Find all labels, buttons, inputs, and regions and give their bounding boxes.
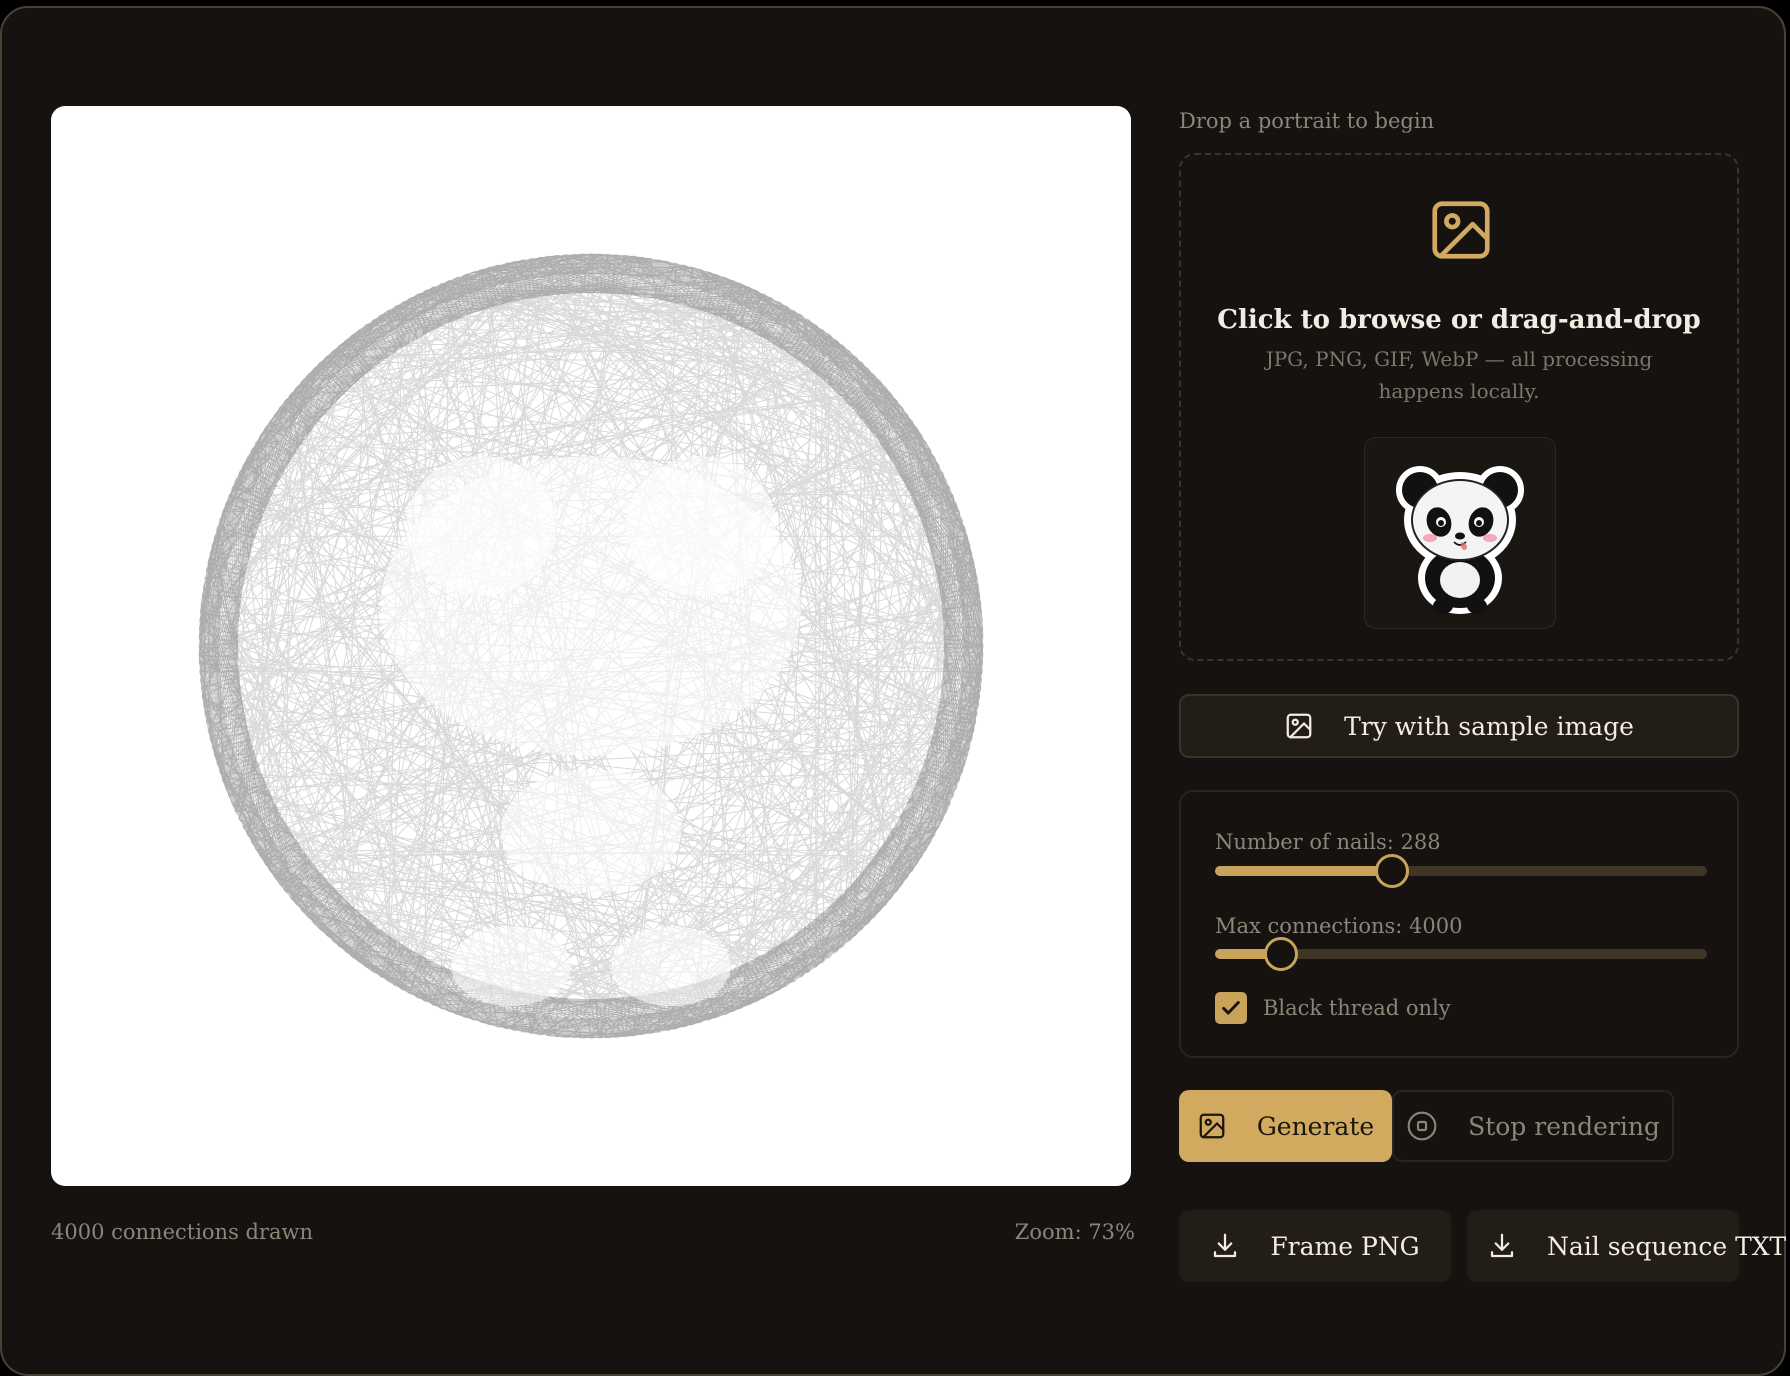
download-icon <box>1487 1231 1517 1261</box>
drop-hint: Drop a portrait to begin <box>1179 109 1435 133</box>
generate-button[interactable]: Generate <box>1179 1090 1392 1162</box>
black-thread-label: Black thread only <box>1263 996 1451 1020</box>
try-sample-label: Try with sample image <box>1344 711 1634 741</box>
nails-slider-label: Number of nails: 288 <box>1215 830 1441 854</box>
image-dropzone[interactable]: Click to browse or drag-and-drop JPG, PN… <box>1179 153 1739 661</box>
connections-slider-handle[interactable] <box>1264 937 1299 971</box>
connections-status: 4000 connections drawn <box>51 1220 314 1244</box>
settings-panel: Number of nails: 288 Max connections: 40… <box>1179 790 1739 1058</box>
nails-slider-fill <box>1215 866 1393 876</box>
image-icon <box>1284 711 1314 741</box>
try-sample-button[interactable]: Try with sample image <box>1179 694 1739 758</box>
dropzone-title: Click to browse or drag-and-drop <box>1217 305 1701 335</box>
stop-rendering-button[interactable]: Stop rendering <box>1392 1090 1674 1162</box>
string-art-drawing <box>198 253 984 1039</box>
checkmark-icon <box>1222 1001 1240 1015</box>
image-icon <box>1197 1111 1227 1141</box>
zoom-indicator: Zoom: 73% <box>1014 1220 1135 1244</box>
image-preview <box>1364 437 1556 629</box>
panda-sticker-image <box>1396 466 1524 614</box>
string-art-canvas[interactable] <box>51 106 1131 1186</box>
nails-slider-handle[interactable] <box>1375 854 1410 888</box>
stop-circle-icon <box>1406 1110 1438 1142</box>
download-png-button[interactable]: Frame PNG <box>1179 1210 1451 1282</box>
download-png-label: Frame PNG <box>1270 1231 1420 1261</box>
stop-rendering-label: Stop rendering <box>1468 1111 1660 1141</box>
dropzone-subtitle: JPG, PNG, GIF, WebP — all processing hap… <box>1265 347 1653 403</box>
connections-slider-label: Max connections: 4000 <box>1215 914 1463 938</box>
image-icon <box>1426 195 1496 269</box>
download-icon <box>1210 1231 1240 1261</box>
download-txt-button[interactable]: Nail sequence TXT <box>1467 1210 1786 1282</box>
connections-slider[interactable] <box>1215 937 1707 971</box>
black-thread-checkbox[interactable] <box>1215 992 1247 1024</box>
black-thread-option[interactable]: Black thread only <box>1215 992 1451 1024</box>
generate-label: Generate <box>1256 1111 1375 1141</box>
nails-slider[interactable] <box>1215 854 1707 888</box>
download-txt-label: Nail sequence TXT <box>1547 1231 1787 1261</box>
